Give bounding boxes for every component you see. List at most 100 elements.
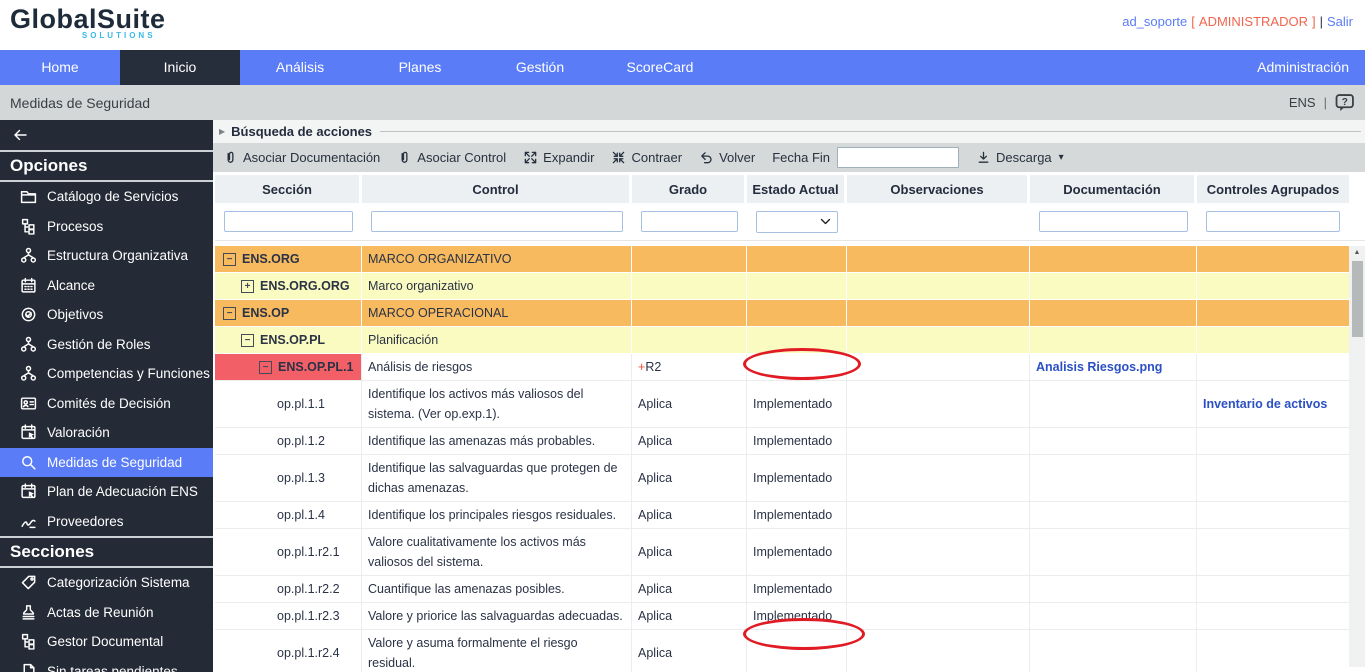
vertical-scrollbar[interactable]: ▲ xyxy=(1349,246,1365,667)
table-row[interactable]: op.pl.1.r2.3Valore y priorice las salvag… xyxy=(215,603,1349,630)
logo[interactable]: GlobalSuite SOLUTIONS xyxy=(10,4,166,40)
cell-control: Valore y priorice las salvaguardas adecu… xyxy=(362,603,632,629)
controls-table: SecciónControlGradoEstado ActualObservac… xyxy=(213,175,1365,667)
table-row[interactable]: −ENS.OPMARCO OPERACIONAL xyxy=(215,300,1349,327)
sidebar-item-gestion-de-roles[interactable]: Gestión de Roles xyxy=(0,330,213,360)
grado-filter-input[interactable] xyxy=(641,211,738,232)
search-actions-panel: ▶ Búsqueda de acciones xyxy=(213,120,1365,143)
table-row[interactable]: op.pl.1.r2.2Cuantifique las amenazas pos… xyxy=(215,576,1349,603)
table-row[interactable]: op.pl.1.r2.4Valore y asuma formalmente e… xyxy=(215,630,1349,672)
help-bubble-icon[interactable]: ? xyxy=(1335,94,1355,112)
sidebar-item-objetivos[interactable]: Objetivos xyxy=(0,300,213,330)
sidebar-item-plan-de-adecuacion-ens[interactable]: Plan de Adecuación ENS xyxy=(0,477,213,507)
column-header-seccion[interactable]: Sección xyxy=(215,175,362,203)
descarga-dropdown[interactable]: Descarga▾ xyxy=(976,150,1064,165)
seccion-filter-input[interactable] xyxy=(224,211,353,232)
sidebar-item-valoracion[interactable]: Valoración xyxy=(0,418,213,448)
sidebar-item-alcance[interactable]: Alcance xyxy=(0,271,213,301)
table-row[interactable]: op.pl.1.3Identifique las salvaguardas qu… xyxy=(215,455,1349,502)
contraer-button[interactable]: Contraer xyxy=(611,150,682,165)
sidebar-item-label: Valoración xyxy=(47,425,110,440)
control-text: Identifique las salvaguardas que protege… xyxy=(368,458,625,498)
documentacion-filter-input[interactable] xyxy=(1039,211,1188,232)
column-header-grado[interactable]: Grado xyxy=(632,175,747,203)
nav-item-gestion[interactable]: Gestión xyxy=(480,50,600,85)
control-text: MARCO ORGANIZATIVO xyxy=(368,249,512,269)
nav-item-analisis[interactable]: Análisis xyxy=(240,50,360,85)
cell-observaciones xyxy=(847,327,1030,353)
seccion-label: op.pl.1.2 xyxy=(277,431,325,451)
user-separator: | xyxy=(1320,14,1323,29)
tree-collapse-toggle[interactable]: − xyxy=(241,334,254,347)
tree-expand-toggle[interactable]: + xyxy=(241,280,254,293)
sidebar-item-procesos[interactable]: Procesos xyxy=(0,212,213,242)
cell-estado-actual: Implementado xyxy=(747,428,847,454)
collapse-arrow-icon[interactable]: ▶ xyxy=(219,127,225,136)
cell-observaciones xyxy=(847,502,1030,528)
username-link[interactable]: ad_soporte xyxy=(1122,14,1187,29)
cell-grado: Aplica xyxy=(632,455,747,501)
sidebar-section-opciones: OpcionesCatálogo de ServiciosProcesosEst… xyxy=(0,152,213,536)
scroll-up-icon[interactable]: ▲ xyxy=(1354,246,1361,259)
expandir-button[interactable]: Expandir xyxy=(523,150,594,165)
nav-item-scorecard[interactable]: ScoreCard xyxy=(600,50,720,85)
scrollbar-thumb[interactable] xyxy=(1352,261,1363,337)
table-row[interactable]: +ENS.ORG.ORGMarco organizativo xyxy=(215,273,1349,300)
sidebar-item-sin-tareas-pendientes[interactable]: Sin tareas pendientes xyxy=(0,657,213,672)
sidebar-item-proveedores[interactable]: Proveedores xyxy=(0,507,213,537)
sidebar-item-label: Sin tareas pendientes xyxy=(47,664,178,672)
control-filter-input[interactable] xyxy=(371,211,623,232)
tree-collapse-toggle[interactable]: − xyxy=(223,307,236,320)
sidebar-item-actas-de-reunion[interactable]: Actas de Reunión xyxy=(0,598,213,628)
caret-down-icon: ▾ xyxy=(1059,152,1064,163)
table-row[interactable]: op.pl.1.2Identifique las amenazas más pr… xyxy=(215,428,1349,455)
asociar-documentacion-button[interactable]: Asociar Documentación xyxy=(223,150,380,165)
sidebar-item-comites-de-decision[interactable]: Comités de Decisión xyxy=(0,389,213,419)
control-text: Cuantifique las amenazas posibles. xyxy=(368,579,565,599)
sidebar-item-catalogo-de-servicios[interactable]: Catálogo de Servicios xyxy=(0,182,213,212)
controles-agrupados-filter-input[interactable] xyxy=(1206,211,1340,232)
cell-observaciones xyxy=(847,630,1030,672)
cell-documentacion: Analisis Riesgos.png xyxy=(1030,354,1197,380)
volver-button[interactable]: Volver xyxy=(699,150,755,165)
documentacion-link[interactable]: Analisis Riesgos.png xyxy=(1036,357,1162,377)
table-row[interactable]: op.pl.1.r2.1Valore cualitativamente los … xyxy=(215,529,1349,576)
nav-item-home[interactable]: Home xyxy=(0,50,120,85)
tree-collapse-toggle[interactable]: − xyxy=(223,253,236,266)
cell-grado: Aplica xyxy=(632,502,747,528)
column-header-controles-agrupados[interactable]: Controles Agrupados xyxy=(1197,175,1349,203)
asociar-control-button[interactable]: Asociar Control xyxy=(397,150,506,165)
nav-item-planes[interactable]: Planes xyxy=(360,50,480,85)
column-header-observaciones[interactable]: Observaciones xyxy=(847,175,1030,203)
sidebar-item-medidas-de-seguridad[interactable]: Medidas de Seguridad xyxy=(0,448,213,478)
table-row[interactable]: op.pl.1.1Identifique los activos más val… xyxy=(215,381,1349,428)
tag-icon xyxy=(20,574,37,591)
nav-item-inicio[interactable]: Inicio xyxy=(120,50,240,85)
column-header-documentacion[interactable]: Documentación xyxy=(1030,175,1197,203)
tree-collapse-toggle[interactable]: − xyxy=(259,361,272,374)
table-row[interactable]: op.pl.1.4Identifique los principales rie… xyxy=(215,502,1349,529)
stamp-icon xyxy=(20,604,37,621)
nav-item-administracion[interactable]: Administración xyxy=(1241,50,1365,85)
back-button[interactable] xyxy=(0,120,213,152)
column-header-control[interactable]: Control xyxy=(362,175,632,203)
cell-documentacion xyxy=(1030,576,1197,602)
org-people-icon xyxy=(20,336,37,353)
table-row[interactable]: −ENS.ORGMARCO ORGANIZATIVO xyxy=(215,246,1349,273)
cell-grado xyxy=(632,246,747,272)
column-header-estado-actual[interactable]: Estado Actual xyxy=(747,175,847,203)
fecha-fin-input[interactable] xyxy=(837,147,959,168)
sidebar-item-competencias-y-funciones[interactable]: Competencias y Funciones xyxy=(0,359,213,389)
fecha-fin-group: Fecha Fin xyxy=(772,147,959,168)
sidebar-item-estructura-organizativa[interactable]: Estructura Organizativa xyxy=(0,241,213,271)
sidebar-item-categorizacion-sistema[interactable]: Categorización Sistema xyxy=(0,568,213,598)
table-row[interactable]: −ENS.OP.PL.1Análisis de riesgos+ R2Anali… xyxy=(215,354,1349,381)
estado-actual-filter-select[interactable] xyxy=(756,211,838,233)
calendar-cursor-icon xyxy=(20,483,37,500)
logout-link[interactable]: Salir xyxy=(1327,14,1353,29)
table-row[interactable]: −ENS.OP.PLPlanificación xyxy=(215,327,1349,354)
sidebar-item-label: Categorización Sistema xyxy=(47,575,190,590)
busqueda-acciones-toggle[interactable]: Búsqueda de acciones xyxy=(231,124,372,139)
controles-agrupados-link[interactable]: Inventario de activos xyxy=(1203,394,1327,414)
sidebar-item-gestor-documental[interactable]: Gestor Documental xyxy=(0,627,213,657)
